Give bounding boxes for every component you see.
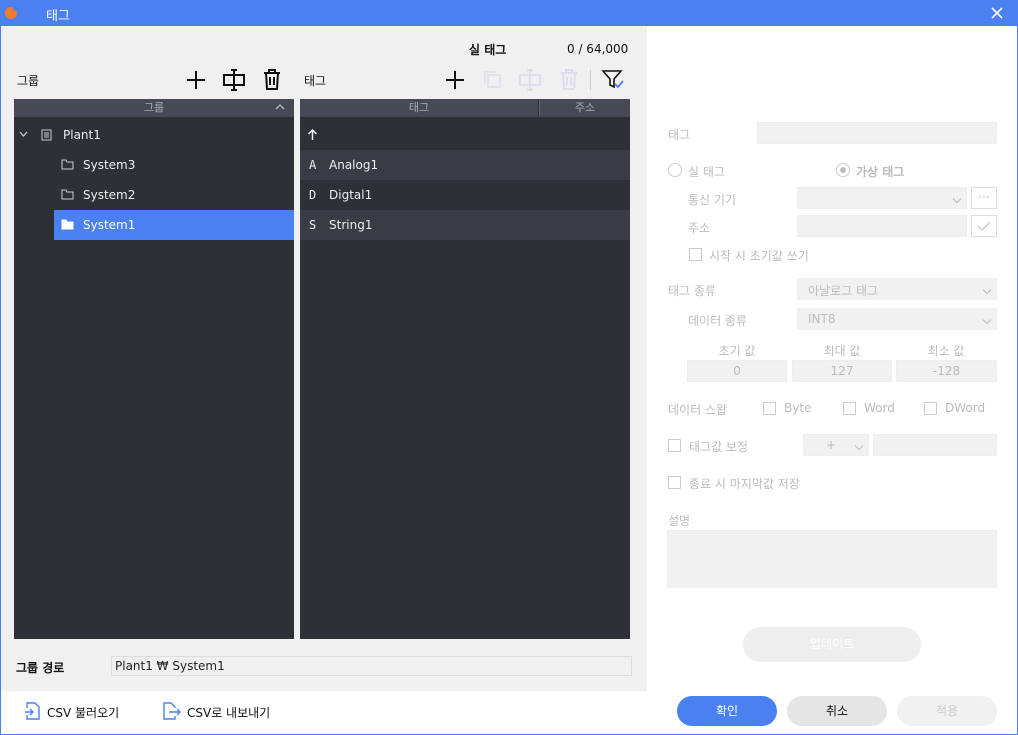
swap-word-label: Word [864, 401, 895, 415]
swap-dword-checkbox[interactable] [924, 402, 937, 415]
tag-panel-title: 태그 [304, 74, 327, 88]
comm-device-label: 통신 기기 [688, 193, 736, 207]
tag-column-header[interactable]: 태그 [300, 99, 538, 117]
group-column-header[interactable]: 그룹 [14, 99, 294, 117]
more-icon: ··· [978, 190, 990, 204]
data-swap-label: 데이터 스왑 [668, 403, 728, 417]
swap-dword-label: DWord [945, 401, 986, 415]
folder-icon [61, 189, 74, 200]
tag-type-badge: S [309, 218, 317, 232]
correction-operator-select[interactable]: + [803, 434, 869, 456]
page-icon [41, 129, 52, 141]
csv-import-icon[interactable] [24, 702, 40, 720]
write-initial-label: 시작 시 초기값 쓰기 [709, 249, 809, 263]
address-column-header-label: 주소 [574, 101, 596, 114]
comm-device-select[interactable] [797, 187, 967, 209]
window-title: 태그 [46, 9, 70, 24]
copy-tag-icon[interactable] [482, 69, 502, 89]
cancel-button[interactable]: 취소 [787, 696, 887, 726]
initial-value-input[interactable]: 0 [687, 360, 787, 382]
csv-export-icon[interactable] [163, 702, 181, 720]
virtual-tag-radio-label: 가상 태그 [856, 165, 905, 179]
real-tag-label: 실 태그 [469, 43, 507, 57]
save-last-label: 종료 시 마지막값 저장 [689, 477, 800, 491]
address-column-header[interactable]: 주소 [539, 99, 630, 117]
tag-type-value: 아날로그 태그 [808, 284, 879, 298]
add-group-icon[interactable] [185, 69, 207, 91]
data-type-value: INT8 [808, 312, 836, 326]
tag-type-label: 태그 종류 [668, 284, 716, 298]
ok-button[interactable]: 확인 [677, 696, 777, 726]
tree-item-label: System3 [83, 158, 136, 172]
tag-name: Digtal1 [329, 188, 373, 202]
folder-icon [61, 159, 74, 170]
tag-name-input[interactable] [757, 122, 997, 144]
delete-tag-icon[interactable] [559, 68, 579, 90]
tree-item-plant1[interactable] [14, 120, 294, 150]
csv-import-button[interactable]: CSV 불러오기 [47, 704, 119, 721]
parent-row[interactable] [300, 120, 630, 150]
address-label: 주소 [688, 221, 711, 235]
tag-correction-checkbox[interactable] [668, 439, 681, 452]
min-value-input[interactable]: -128 [896, 360, 997, 382]
tag-type-badge: A [309, 158, 317, 172]
check-address-icon[interactable] [971, 215, 997, 237]
write-initial-checkbox[interactable] [689, 248, 702, 261]
tag-correction-label: 태그값 보정 [689, 440, 749, 454]
add-tag-icon[interactable] [444, 69, 466, 91]
description-label: 설명 [668, 514, 691, 528]
tree-item-label: System2 [83, 188, 136, 202]
tag-column-header-label: 태그 [408, 101, 430, 114]
max-value-label: 최대 값 [823, 344, 861, 358]
initial-value-label: 초기 값 [718, 344, 756, 358]
correction-operator-value: + [826, 438, 837, 452]
address-input[interactable] [797, 215, 967, 237]
rename-tag-icon[interactable] [518, 68, 542, 92]
real-tag-radio[interactable] [668, 163, 682, 177]
description-textarea[interactable] [667, 530, 997, 588]
tag-type-badge: D [309, 188, 317, 202]
swap-byte-checkbox[interactable] [763, 402, 776, 415]
apply-button[interactable]: 적용 [897, 696, 997, 726]
title-bar [0, 0, 1018, 26]
group-path-label: 그룹 경로 [16, 661, 65, 675]
comm-device-more-button[interactable]: ··· [971, 187, 997, 209]
group-path-field: Plant1 ₩ System1 [111, 656, 632, 676]
app-logo-icon [5, 5, 19, 19]
swap-byte-label: Byte [784, 401, 812, 415]
rename-group-icon[interactable] [222, 68, 246, 92]
close-icon[interactable] [989, 5, 1005, 21]
swap-word-checkbox[interactable] [843, 402, 856, 415]
data-type-label: 데이터 종류 [688, 314, 748, 328]
group-column-header-label: 그룹 [143, 101, 165, 114]
chevron-down-icon[interactable] [19, 131, 28, 138]
filter-icon[interactable] [601, 68, 625, 90]
tree-item-label: System1 [83, 218, 136, 232]
toolbar-divider [590, 70, 591, 90]
real-tag-radio-label: 실 태그 [688, 165, 725, 179]
group-panel-title: 그룹 [17, 74, 40, 88]
csv-export-button[interactable]: CSV로 내보내기 [187, 704, 270, 721]
real-tag-count: 0 / 64,000 [567, 42, 629, 56]
tag-type-select[interactable]: 아날로그 태그 [797, 278, 997, 300]
tag-name-label: 태그 [668, 128, 691, 142]
tag-name: String1 [329, 218, 373, 232]
folder-icon [61, 219, 74, 230]
tree-item-label: Plant1 [63, 128, 101, 142]
max-value-input[interactable]: 127 [792, 360, 892, 382]
update-button[interactable]: 업데이트 [743, 627, 921, 662]
delete-group-icon[interactable] [262, 68, 282, 90]
sort-up-icon [275, 104, 285, 110]
tag-name: Analog1 [329, 158, 379, 172]
arrow-up-icon [307, 128, 318, 140]
correction-value-input[interactable] [873, 434, 997, 456]
virtual-tag-radio[interactable] [836, 163, 850, 177]
data-type-select[interactable]: INT8 [797, 308, 997, 330]
save-last-checkbox[interactable] [668, 476, 681, 489]
min-value-label: 최소 값 [927, 344, 965, 358]
